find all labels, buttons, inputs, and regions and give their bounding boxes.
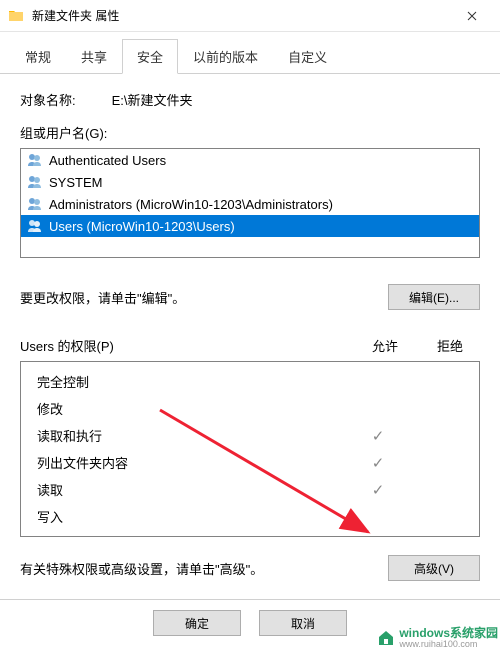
users-icon [27, 196, 43, 212]
watermark: windows系统家园 www.ruihai100.com [377, 627, 498, 650]
list-item[interactable]: SYSTEM [21, 171, 479, 193]
content: 对象名称: E:\新建文件夹 组或用户名(G): Authenticated U… [0, 74, 500, 597]
list-item-label: Users (MicroWin10-1203\Users) [49, 219, 235, 234]
permission-name: 写入 [37, 507, 343, 526]
watermark-line2: www.ruihai100.com [399, 640, 498, 650]
close-button[interactable] [452, 0, 492, 32]
house-icon [377, 630, 395, 646]
permission-name: 修改 [37, 399, 343, 418]
tab-general[interactable]: 常规 [10, 39, 66, 74]
cancel-button[interactable]: 取消 [259, 610, 347, 636]
object-name-row: 对象名称: E:\新建文件夹 [20, 90, 480, 109]
list-item[interactable]: Administrators (MicroWin10-1203\Administ… [21, 193, 479, 215]
tab-customize[interactable]: 自定义 [273, 39, 342, 74]
permission-row: 列出文件夹内容 ✓ [21, 449, 479, 476]
permissions-label: Users 的权限(P) [20, 336, 350, 355]
check-icon: ✓ [343, 427, 413, 445]
permission-name: 读取 [37, 480, 343, 499]
deny-header: 拒绝 [420, 336, 480, 355]
edit-hint: 要更改权限，请单击"编辑"。 [20, 288, 185, 307]
tab-security[interactable]: 安全 [122, 39, 178, 74]
users-icon [27, 174, 43, 190]
close-icon [467, 8, 477, 24]
list-item-label: Administrators (MicroWin10-1203\Administ… [49, 197, 333, 212]
advanced-hint: 有关特殊权限或高级设置，请单击"高级"。 [20, 559, 263, 578]
permission-row: 修改 [21, 395, 479, 422]
list-item-label: SYSTEM [49, 175, 102, 190]
list-item-label: Authenticated Users [49, 153, 166, 168]
list-item[interactable]: Authenticated Users [21, 149, 479, 171]
permission-name: 读取和执行 [37, 426, 343, 445]
permission-row: 写入 [21, 503, 479, 530]
advanced-row: 有关特殊权限或高级设置，请单击"高级"。 高级(V) [20, 555, 480, 581]
advanced-button[interactable]: 高级(V) [388, 555, 480, 581]
permission-name: 完全控制 [37, 372, 343, 391]
ok-button[interactable]: 确定 [153, 610, 241, 636]
object-name-label: 对象名称: [20, 90, 76, 109]
permission-row: 读取和执行 ✓ [21, 422, 479, 449]
permission-row: 完全控制 [21, 368, 479, 395]
watermark-text: windows系统家园 www.ruihai100.com [399, 627, 498, 650]
check-icon: ✓ [343, 481, 413, 499]
folder-icon [8, 8, 24, 24]
users-icon [27, 218, 43, 234]
users-icon [27, 152, 43, 168]
edit-button[interactable]: 编辑(E)... [388, 284, 480, 310]
window-title: 新建文件夹 属性 [32, 7, 452, 24]
check-icon: ✓ [343, 454, 413, 472]
list-item[interactable]: Users (MicroWin10-1203\Users) [21, 215, 479, 237]
tab-sharing[interactable]: 共享 [66, 39, 122, 74]
tabs: 常规 共享 安全 以前的版本 自定义 [0, 32, 500, 74]
edit-row: 要更改权限，请单击"编辑"。 编辑(E)... [20, 284, 480, 310]
permissions-listbox: 完全控制 修改 读取和执行 ✓ 列出文件夹内容 ✓ 读取 ✓ 写入 [20, 361, 480, 537]
permission-name: 列出文件夹内容 [37, 453, 343, 472]
permission-row: 读取 ✓ [21, 476, 479, 503]
allow-header: 允许 [350, 336, 420, 355]
groups-label: 组或用户名(G): [20, 123, 480, 142]
tab-previous-versions[interactable]: 以前的版本 [178, 39, 273, 74]
titlebar: 新建文件夹 属性 [0, 0, 500, 32]
groups-listbox[interactable]: Authenticated Users SYSTEM Administrator… [20, 148, 480, 258]
permissions-header: Users 的权限(P) 允许 拒绝 [20, 336, 480, 355]
object-name-value: E:\新建文件夹 [112, 90, 193, 109]
